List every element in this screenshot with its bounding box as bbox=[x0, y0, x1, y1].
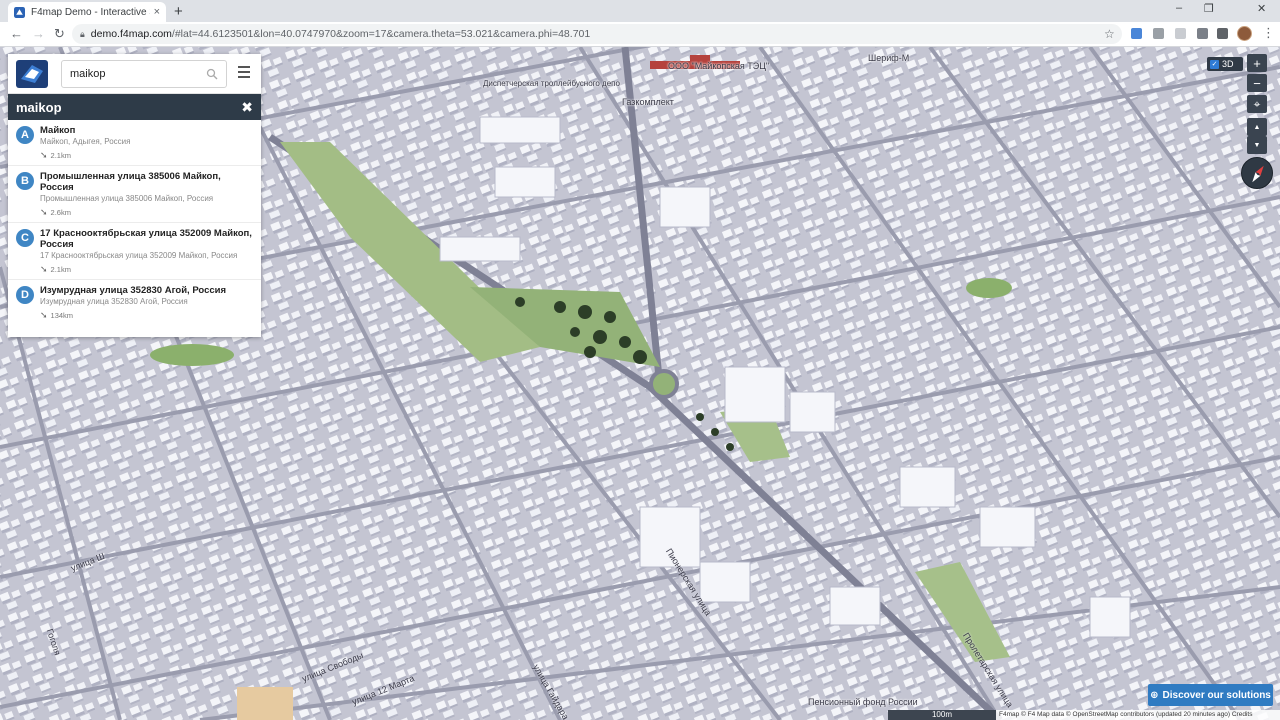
map-label-pension: Пенсионный фонд России bbox=[808, 697, 918, 707]
tab-close-icon[interactable]: × bbox=[154, 6, 160, 18]
plus-circle-icon: ⊕ bbox=[1150, 689, 1159, 701]
menu-icon[interactable] bbox=[238, 66, 250, 80]
compass-icon[interactable] bbox=[1241, 157, 1273, 189]
direction-arrow-icon: ➘ bbox=[40, 150, 48, 160]
locate-button[interactable]: ⌖ bbox=[1247, 95, 1267, 113]
result-address: 17 Краснооктябрьская улица 352009 Майкоп… bbox=[40, 251, 238, 260]
search-query: maikop bbox=[70, 68, 106, 80]
tab-strip: F4map Demo - Interactive 3D m × + – ❐ ✕ bbox=[0, 0, 1280, 22]
tilt-down-button[interactable]: ▼ bbox=[1247, 136, 1267, 154]
result-marker: D bbox=[16, 286, 34, 304]
search-icon[interactable] bbox=[206, 68, 218, 80]
back-arrow-icon[interactable]: ← bbox=[10, 26, 23, 41]
lock-icon: 🔒︎ bbox=[80, 28, 85, 39]
direction-arrow-icon: ➘ bbox=[40, 207, 48, 217]
scale-bar: 100m bbox=[888, 710, 996, 720]
result-marker: A bbox=[16, 126, 34, 144]
result-marker: B bbox=[16, 172, 34, 190]
map-label-sherif: Шериф-М bbox=[868, 53, 910, 63]
search-header: maikop bbox=[8, 54, 261, 94]
zoom-in-button[interactable]: + bbox=[1247, 54, 1267, 72]
map-label-depot: Диспетчерская троллейбусного депо bbox=[483, 79, 620, 88]
url-path: /#lat=44.6123501&lon=40.0747970&zoom=17&… bbox=[171, 28, 591, 40]
direction-arrow-icon: ➘ bbox=[40, 310, 48, 320]
result-name: 17 Краснооктябрьская улица 352009 Майкоп… bbox=[40, 228, 252, 250]
result-name: Майкоп bbox=[40, 125, 76, 136]
checkbox-checked-icon[interactable]: ✓ bbox=[1210, 59, 1219, 69]
direction-arrow-icon: ➘ bbox=[40, 264, 48, 274]
compass-needle-icon bbox=[1252, 165, 1264, 183]
toggle-3d[interactable]: ✓ 3D bbox=[1207, 57, 1243, 71]
search-input[interactable]: maikop bbox=[61, 60, 227, 88]
bookmark-star-icon[interactable]: ☆ bbox=[1104, 27, 1115, 41]
results-title: maikop bbox=[16, 99, 62, 115]
result-name: Изумрудная улица 352830 Агой, Россия bbox=[40, 285, 227, 296]
profile-avatar[interactable] bbox=[1237, 26, 1252, 41]
zoom-out-button[interactable]: − bbox=[1247, 74, 1267, 92]
result-address: Майкоп, Адыгея, Россия bbox=[40, 137, 131, 146]
f4map-logo-icon[interactable] bbox=[15, 59, 49, 89]
map-attribution[interactable]: F4map © F4 Map data © OpenStreetMap cont… bbox=[996, 710, 1280, 720]
extension-shield-icon[interactable] bbox=[1153, 28, 1164, 39]
new-tab-button[interactable]: + bbox=[174, 3, 183, 20]
search-panel: maikop maikop ✖ A Майкоп Майкоп, Адыгея,… bbox=[8, 54, 261, 337]
result-address: Промышленная улица 385006 Майкоп, Россия bbox=[40, 194, 214, 203]
result-marker: C bbox=[16, 229, 34, 247]
extension-camera-icon[interactable] bbox=[1131, 28, 1142, 39]
extensions-puzzle-icon[interactable] bbox=[1217, 28, 1228, 39]
result-distance: 134km bbox=[50, 311, 74, 320]
browser-toolbar: ← → ↻ 🔒︎ demo.f4map.com /#lat=44.6123501… bbox=[0, 22, 1280, 47]
search-result-c[interactable]: C 17 Краснооктябрьская улица 352009 Майк… bbox=[8, 223, 261, 280]
close-results-icon[interactable]: ✖ bbox=[241, 99, 253, 116]
extension-cast-icon[interactable] bbox=[1175, 28, 1186, 39]
result-distance: 2.1km bbox=[50, 151, 71, 160]
tilt-up-button[interactable]: ▲ bbox=[1247, 118, 1267, 136]
address-bar[interactable]: 🔒︎ demo.f4map.com /#lat=44.6123501&lon=4… bbox=[72, 24, 1122, 44]
extension-bookmark-icon[interactable] bbox=[1197, 28, 1208, 39]
search-result-d[interactable]: D Изумрудная улица 352830 Агой, Россия И… bbox=[8, 280, 261, 325]
search-result-b[interactable]: B Промышленная улица 385006 Майкоп, Росс… bbox=[8, 166, 261, 223]
maximize-button[interactable]: ❐ bbox=[1204, 2, 1214, 15]
results-header: maikop ✖ bbox=[8, 94, 261, 120]
tab-title: F4map Demo - Interactive 3D m bbox=[31, 6, 150, 18]
forward-arrow-icon[interactable]: → bbox=[32, 26, 45, 41]
url-host: demo.f4map.com bbox=[90, 28, 172, 40]
map-label-tec: ООО "Майкопская ТЭЦ" bbox=[668, 61, 770, 71]
browser-menu-icon[interactable]: ⋮ bbox=[1262, 25, 1275, 41]
toggle-3d-label: 3D bbox=[1222, 59, 1234, 69]
discover-solutions-button[interactable]: ⊕ Discover our solutions bbox=[1148, 684, 1273, 706]
result-distance: 2.1km bbox=[50, 265, 71, 274]
map-label-gaz: Газкомплект bbox=[622, 97, 674, 107]
result-distance: 2.6km bbox=[50, 208, 71, 217]
f4map-favicon-icon bbox=[14, 6, 25, 18]
close-window-button[interactable]: ✕ bbox=[1257, 2, 1266, 15]
search-result-a[interactable]: A Майкоп Майкоп, Адыгея, Россия ➘ 2.1km bbox=[8, 120, 261, 166]
browser-tab[interactable]: F4map Demo - Interactive 3D m × bbox=[8, 2, 166, 22]
result-name: Промышленная улица 385006 Майкоп, Россия bbox=[40, 171, 221, 193]
reload-icon[interactable]: ↻ bbox=[54, 26, 65, 42]
minimize-button[interactable]: – bbox=[1176, 2, 1182, 14]
discover-label: Discover our solutions bbox=[1162, 689, 1271, 701]
result-address: Изумрудная улица 352830 Агой, Россия bbox=[40, 297, 188, 306]
